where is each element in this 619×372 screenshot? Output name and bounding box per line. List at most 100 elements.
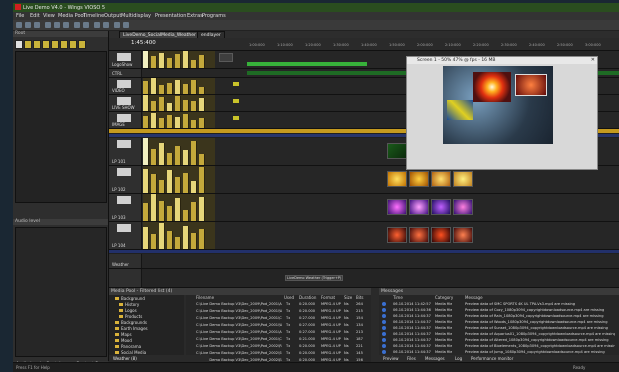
table-row[interactable]: C:\Live Demo Backup V3\Dec_2009\Pod_2001… xyxy=(186,329,371,336)
track-clip-green[interactable] xyxy=(247,62,367,66)
menu-media-pool[interactable]: Media Pool xyxy=(58,13,85,19)
app-logo-icon xyxy=(15,4,21,10)
menu-presentation[interactable]: Presentation xyxy=(155,13,186,19)
table-row[interactable]: C:\Live Demo Backup V3\Dec_2009\Pod_2001… xyxy=(186,315,371,322)
table-row[interactable]: C:\Live Demo Backup V3\Dec_2009\Pod_2001… xyxy=(186,322,371,329)
track-header xyxy=(109,269,142,287)
tab-log[interactable]: Log xyxy=(455,356,462,361)
menu-edit[interactable]: Edit xyxy=(30,13,40,19)
menu-timeline[interactable]: Timeline xyxy=(83,13,104,19)
preview-burst xyxy=(473,72,511,102)
track-name: VIDEO xyxy=(112,88,125,93)
ruler-tick: 2:00:000 xyxy=(417,43,433,47)
tool-tile[interactable] xyxy=(69,40,77,49)
track-header: VIDEO xyxy=(109,78,142,94)
stop-icon[interactable] xyxy=(103,22,109,28)
messages-list: Time Category Message 06.10.2014 11:42:5… xyxy=(379,295,619,362)
new-icon[interactable] xyxy=(16,22,22,28)
clip-strip[interactable] xyxy=(387,171,475,187)
help-icon[interactable] xyxy=(123,22,129,28)
tree-folder[interactable]: Mood xyxy=(115,338,132,343)
left-panel: Root Audio level Audio level Container C… xyxy=(13,31,109,369)
preview-window[interactable]: Screen 1 - 50% 47% @ fps - 16 MB ✕ xyxy=(406,56,598,170)
tool-tile[interactable] xyxy=(78,40,86,49)
col-bits[interactable]: Bits xyxy=(356,295,364,300)
media-table: Filename Used Duration Format Size Bits … xyxy=(186,295,371,362)
ruler-tick: 2:40:000 xyxy=(529,43,545,47)
track-name: LIVE SHOW xyxy=(112,105,135,110)
track-screen-icon xyxy=(117,97,131,105)
menu-multidisplay[interactable]: Multidisplay xyxy=(121,13,151,19)
save-icon[interactable] xyxy=(34,22,40,28)
col-filename[interactable]: Filename xyxy=(196,295,214,300)
track-weather[interactable]: Weather xyxy=(109,254,619,269)
tree-folder[interactable]: Panorama xyxy=(115,344,141,349)
track-name: LP 102 xyxy=(112,187,126,192)
tool-tile[interactable] xyxy=(51,40,59,49)
status-left: Press F1 for Help xyxy=(16,365,50,370)
track-fx-bars xyxy=(143,138,215,165)
table-row[interactable]: C:\Live Demo Backup V3\Dec_2009\Pod_2002… xyxy=(186,350,371,357)
col-size[interactable]: Size xyxy=(344,295,352,300)
tool-tile[interactable] xyxy=(15,40,23,49)
content-list[interactable] xyxy=(15,51,107,203)
time-ruler[interactable]: 1:45:400 1:00:000 1:10:000 1:20:000 1:30… xyxy=(109,38,619,51)
tree-folder[interactable]: History xyxy=(119,302,139,307)
close-icon[interactable]: ✕ xyxy=(591,57,595,63)
menu-file[interactable]: File xyxy=(16,13,24,19)
timeline-area: LiveDemo_SocialMedia_Weather endlayer 1:… xyxy=(109,31,619,288)
timecode-display: 1:45:400 xyxy=(131,40,156,46)
tree-folder[interactable]: Logos xyxy=(119,308,137,313)
table-row[interactable]: C:\Live Demo Backup V3\Dec_2009\Pod_2001… xyxy=(186,336,371,343)
col-category[interactable]: Category xyxy=(435,295,453,300)
track-trigger[interactable]: LiveDemo Weather (Trigger+P) xyxy=(109,269,619,288)
ruler-tick: 2:50:000 xyxy=(557,43,573,47)
table-row[interactable]: C:\Live Demo Backup V3\Dec_2009\Pod_2001… xyxy=(186,308,371,315)
track-lp104[interactable]: LP 104 xyxy=(109,222,619,250)
col-used[interactable]: Used xyxy=(284,295,294,300)
menu-output[interactable]: Output xyxy=(104,13,121,19)
redo-icon[interactable] xyxy=(83,22,89,28)
menu-extras[interactable]: Extras xyxy=(187,13,203,19)
info-icon xyxy=(382,326,386,330)
track-lp102[interactable]: LP 102 xyxy=(109,166,619,194)
tree-folder[interactable]: Backgrounds xyxy=(115,320,147,325)
tab-files[interactable]: Files xyxy=(407,356,416,361)
col-duration[interactable]: Duration xyxy=(299,295,316,300)
copy-icon[interactable] xyxy=(54,22,60,28)
tree-folder[interactable]: Products xyxy=(119,314,142,319)
ruler-tick: 1:40:000 xyxy=(361,43,377,47)
track-name: Weather xyxy=(112,262,129,267)
tool-tile[interactable] xyxy=(24,40,32,49)
tool-tile[interactable] xyxy=(33,40,41,49)
tab-preview[interactable]: Preview xyxy=(383,356,399,361)
clip-strip[interactable] xyxy=(387,227,475,243)
menu-view[interactable]: View xyxy=(43,13,55,19)
media-pool-tree[interactable]: Background History Logos Products Backgr… xyxy=(109,295,184,362)
tab-performance-monitor[interactable]: Performance monitor xyxy=(471,356,513,361)
tab-messages[interactable]: Messages xyxy=(425,356,445,361)
col-message[interactable]: Message xyxy=(465,295,483,300)
table-row[interactable]: C:\Live Demo Backup V3\Dec_2009\Pod_2001… xyxy=(186,301,371,308)
paste-icon[interactable] xyxy=(63,22,69,28)
col-format[interactable]: Format xyxy=(321,295,335,300)
tool-tile[interactable] xyxy=(42,40,50,49)
clip-strip[interactable] xyxy=(387,199,475,215)
tree-folder[interactable]: Earth Images xyxy=(115,326,148,331)
play-icon[interactable] xyxy=(94,22,100,28)
timeline-trigger-label[interactable]: LiveDemo Weather (Trigger+P) xyxy=(285,275,344,281)
selected-folder[interactable]: Weather (8) xyxy=(113,356,137,361)
open-icon[interactable] xyxy=(25,22,31,28)
table-row[interactable]: C:\Live Demo Backup V3\Dec_2009\Pod_2002… xyxy=(186,343,371,350)
col-time[interactable]: Time xyxy=(393,295,403,300)
tree-folder[interactable]: Maps xyxy=(115,332,132,337)
track-chip xyxy=(233,82,239,86)
settings-icon[interactable] xyxy=(114,22,120,28)
track-lp103[interactable]: LP 103 xyxy=(109,194,619,222)
tree-folder[interactable]: Background xyxy=(115,296,145,301)
tool-tile[interactable] xyxy=(60,40,68,49)
menu-programs[interactable]: Programs xyxy=(202,13,226,19)
undo-icon[interactable] xyxy=(74,22,80,28)
track-module[interactable] xyxy=(219,53,233,62)
cut-icon[interactable] xyxy=(45,22,51,28)
